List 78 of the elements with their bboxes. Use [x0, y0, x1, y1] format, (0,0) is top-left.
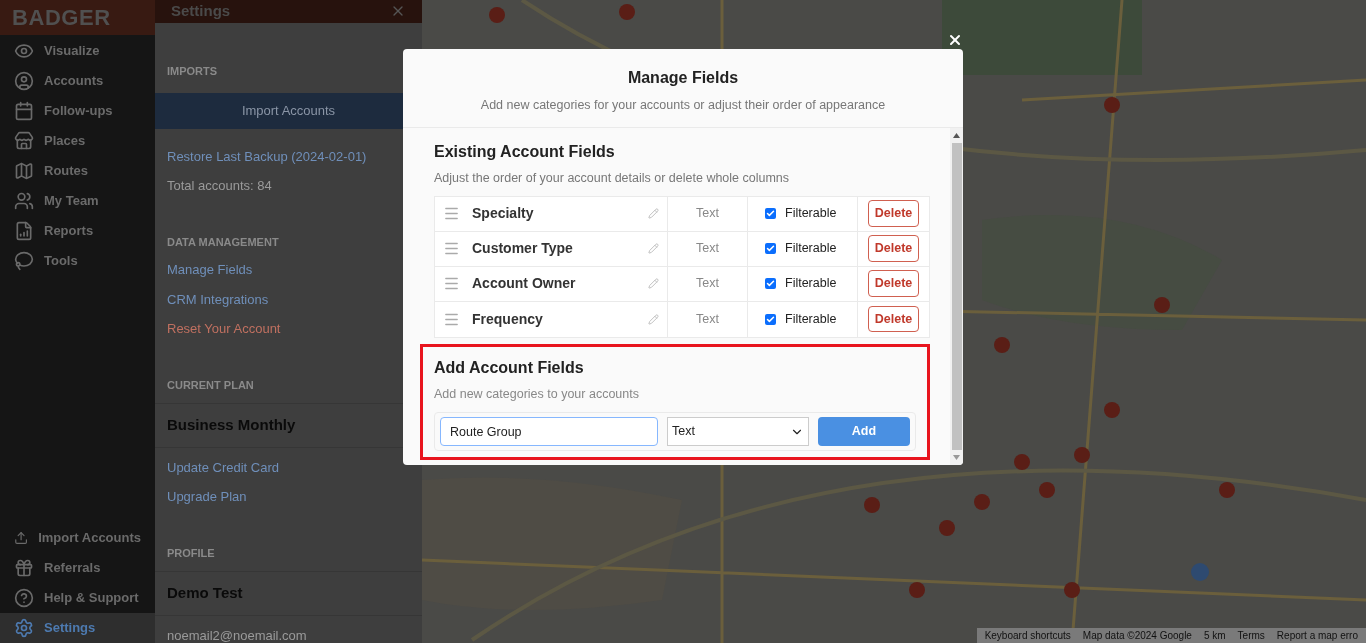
lasso-icon: [14, 251, 34, 271]
drag-handle-icon[interactable]: [443, 275, 460, 292]
modal-subtitle: Add new categories for your accounts or adjust their order of appearance: [480, 97, 886, 114]
panel-link[interactable]: Upgrade Plan: [167, 487, 410, 507]
panel-title: Settings: [171, 1, 231, 21]
section-heading: CURRENT PLAN: [167, 377, 255, 393]
filter-label: Filterable: [785, 275, 837, 293]
section-subtitle: Add new categories to your accounts: [434, 385, 640, 403]
nav-item[interactable]: My Team: [0, 186, 155, 216]
section-heading: PROFILE: [167, 545, 216, 561]
filter-label: Filterable: [785, 205, 837, 223]
filter-label: Filterable: [785, 310, 837, 328]
delete-button[interactable]: Delete: [867, 200, 920, 227]
section-title: Existing Account Fields: [434, 141, 616, 162]
nav-item[interactable]: Routes: [0, 156, 155, 186]
section-title: Add Account Fields: [434, 357, 585, 378]
store-icon: [14, 131, 34, 151]
logo[interactable]: BADGER: [12, 1, 111, 34]
nav-item[interactable]: Accounts: [0, 66, 155, 96]
nav-item[interactable]: Import Accounts: [0, 523, 155, 553]
section-heading: DATA MANAGEMENT: [167, 234, 280, 250]
map-footer-text[interactable]: Terms: [1237, 628, 1265, 643]
edit-icon[interactable]: [648, 313, 659, 325]
field-name: Customer Type: [472, 239, 574, 258]
drag-handle-icon[interactable]: [443, 240, 460, 257]
panel-link[interactable]: Update Credit Card: [167, 457, 410, 477]
scrollbar-thumb[interactable]: [951, 142, 962, 450]
field-type: Text: [668, 266, 748, 301]
help-icon: [14, 588, 34, 608]
scroll-up-icon[interactable]: [953, 132, 960, 138]
field-name: Frequency: [472, 309, 544, 329]
field-name: Account Owner: [472, 274, 577, 293]
section-heading: IMPORTS: [167, 63, 219, 79]
nav-item[interactable]: Referrals: [0, 553, 155, 583]
scroll-down-icon[interactable]: [953, 455, 960, 460]
edit-icon[interactable]: [648, 208, 659, 219]
map-icon: [14, 161, 34, 181]
add-button[interactable]: Add: [818, 417, 910, 447]
delete-button[interactable]: Delete: [867, 235, 920, 262]
field-name: Specialty: [472, 204, 535, 223]
filter-checkbox[interactable]: [765, 208, 776, 219]
settings-icon: [14, 618, 34, 638]
nav-item[interactable]: Reports: [0, 216, 155, 246]
filter-checkbox[interactable]: [765, 243, 776, 254]
report-icon: [14, 221, 34, 241]
field-type: Text: [668, 196, 748, 231]
map-footer-text[interactable]: Report a map erro: [1276, 628, 1358, 643]
nav-item[interactable]: Visualize: [0, 36, 155, 66]
field-type: Text: [668, 231, 748, 266]
map-footer-text[interactable]: Keyboard shortcuts: [984, 628, 1071, 643]
nav-item[interactable]: Follow-ups: [0, 96, 155, 126]
nav-item[interactable]: Help & Support: [0, 583, 155, 613]
section-subtitle: Adjust the order of your account details or delete whole columns: [434, 169, 791, 187]
edit-icon[interactable]: [648, 243, 659, 254]
nav-item[interactable]: Settings: [0, 613, 155, 643]
filter-checkbox[interactable]: [765, 313, 776, 325]
filter-label: Filterable: [785, 240, 837, 258]
gift-icon: [14, 558, 34, 578]
eye-icon: [14, 41, 34, 61]
modal-title: Manage Fields: [627, 68, 739, 88]
panel-text: noemail2@noemail.com: [167, 626, 308, 643]
delete-button[interactable]: Delete: [867, 305, 920, 333]
close-icon[interactable]: [947, 32, 963, 48]
map-footer-text[interactable]: 5 km: [1203, 628, 1226, 643]
field-name-input[interactable]: Route Group: [440, 417, 658, 447]
team-icon: [14, 191, 34, 211]
calendar-icon: [14, 101, 34, 121]
user-icon: [14, 71, 34, 91]
delete-button[interactable]: Delete: [867, 270, 920, 297]
nav-item[interactable]: Tools: [0, 246, 155, 276]
type-select[interactable]: Text: [667, 417, 809, 447]
edit-icon[interactable]: [648, 278, 659, 289]
nav-item[interactable]: Places: [0, 126, 155, 156]
panel-text: Total accounts: 84: [167, 177, 273, 195]
map-footer-text[interactable]: Map data ©2024 Google: [1082, 628, 1192, 643]
field-type: Text: [668, 301, 748, 337]
filter-checkbox[interactable]: [765, 278, 776, 289]
drag-handle-icon[interactable]: [443, 205, 460, 222]
